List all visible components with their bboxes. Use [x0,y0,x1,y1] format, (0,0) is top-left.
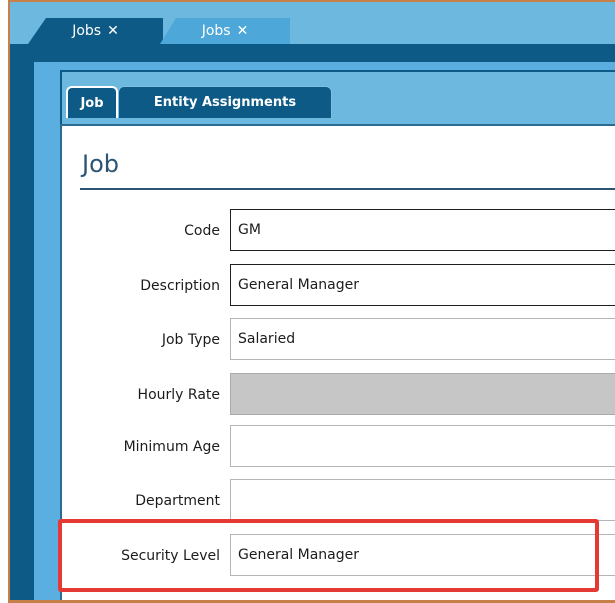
tab-jobs-2[interactable]: Jobs ✕ [160,18,290,44]
close-icon[interactable]: ✕ [107,23,119,39]
tab-label: Jobs [201,23,231,39]
tab-label: Jobs [72,23,102,39]
description-label: Description [140,278,220,294]
code-label: Code [184,223,220,239]
job-type-label: Job Type [161,332,220,348]
field-row-job-type: Job Type Salaried [60,318,615,362]
job-type-select[interactable]: Salaried [230,318,615,360]
tab-job-label: Job [80,95,104,111]
tab-jobs-1[interactable]: Jobs ✕ [28,18,163,44]
code-input[interactable]: GM [230,209,615,251]
field-row-hourly-rate: Hourly Rate [60,373,615,417]
close-icon[interactable]: ✕ [237,23,249,39]
field-row-minimum-age: Minimum Age [60,425,615,469]
tab-entity-assignments[interactable]: Entity Assignments [118,86,332,118]
field-row-code: Code GM [60,209,615,253]
section-title: Job [82,150,119,178]
minimum-age-input[interactable] [230,425,615,467]
field-row-description: Description General Manager [60,264,615,308]
hourly-rate-label: Hourly Rate [137,387,220,403]
highlight-annotation [58,519,599,592]
hourly-rate-input [230,373,615,415]
minimum-age-label: Minimum Age [123,439,220,455]
app-window: Jobs ✕ Jobs ✕ Job Entity Assignments Job… [0,0,615,603]
section-divider [80,188,615,190]
document-tab-strip: Jobs ✕ Jobs ✕ [10,2,615,44]
tab-job[interactable]: Job [66,86,118,118]
description-input[interactable]: General Manager [230,264,615,306]
field-row-department: Department [60,479,615,523]
department-select[interactable] [230,479,615,521]
tab-entity-assignments-label: Entity Assignments [153,95,297,110]
department-label: Department [135,493,220,509]
